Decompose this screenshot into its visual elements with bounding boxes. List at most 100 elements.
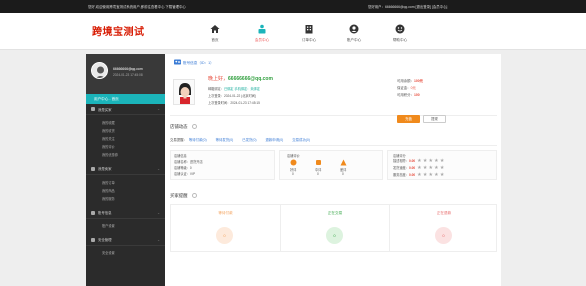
building-icon xyxy=(289,23,329,35)
deposit: 保证金：0元 xyxy=(397,86,416,90)
store-overview: 店铺信息 店铺名称：进货开店 店铺等级：0 店铺认证：VIP 店铺评价 好评 中… xyxy=(170,148,497,182)
account-title: 账号信息（ID：1） xyxy=(183,61,214,65)
top-bar-welcome[interactable]: 您好,欢迎使用跨境宝测试系统用户,即前往查看中心 下载管理中心 xyxy=(88,4,186,9)
greeting-text: 晚上好， xyxy=(208,76,229,82)
clock-icon xyxy=(191,124,197,130)
bad-review-count: 0 xyxy=(342,172,344,176)
top-bar: 您好,欢迎使用跨境宝测试系统用户,即前往查看中心 下载管理中心 您好用户：666… xyxy=(0,0,586,13)
sidebar-item[interactable]: 我的评价 xyxy=(86,143,165,151)
in-trade-label: 正在交易 xyxy=(327,211,343,215)
sidebar-section-security[interactable]: 安全管理 ⌄ xyxy=(86,235,165,246)
nav-help-center-label: 帮助中心 xyxy=(392,38,408,42)
store-level: 店铺等级：0 xyxy=(174,166,192,170)
rating-service: 服务态度：0.00 ★★★★★ xyxy=(393,172,445,178)
chevron-down-icon: ⌄ xyxy=(157,210,160,215)
sidebar-section-label: 账号信息 xyxy=(98,211,112,215)
gear-icon xyxy=(91,237,95,242)
shop-icon xyxy=(242,23,282,35)
store-reviews-title: 店铺评价 xyxy=(287,154,300,158)
nav-order-center-label: 订单中心 xyxy=(301,38,317,42)
sidebar-user-card: 66666666@qq.com 2024-01-23 17:45:08 xyxy=(86,54,165,94)
greeting: 晚上好，66666666@qq.com xyxy=(208,75,273,82)
buyer-reminder-panel: 等待付款 0 正在交易 0 正在退款 0 xyxy=(170,204,497,252)
nav-member-center[interactable]: 会员中心 xyxy=(242,23,282,43)
user-icon xyxy=(91,210,95,215)
in-trade-panel[interactable]: 正在交易 0 xyxy=(280,205,389,251)
sidebar: 66666666@qq.com 2024-01-23 17:45:08 用户中心… xyxy=(86,54,165,286)
sidebar-section-account[interactable]: 账号信息 ⌄ xyxy=(86,208,165,219)
nav-member-center-label: 会员中心 xyxy=(254,38,270,42)
sidebar-item[interactable]: 账户设置 xyxy=(86,222,165,230)
good-review-icon xyxy=(290,159,297,167)
refunding-panel[interactable]: 正在退款 0 xyxy=(389,205,498,251)
sidebar-section-buyer[interactable]: 我是买家 ⌄ xyxy=(86,104,165,115)
tab-trade-success[interactable]: 交易成功(0) xyxy=(292,138,310,142)
profile-photo[interactable] xyxy=(173,79,195,105)
rating-shipping: 发货速度：0.00 ★★★★★ xyxy=(393,165,445,171)
chevron-down-icon: ⌄ xyxy=(157,107,160,111)
chevron-down-icon: ⌄ xyxy=(157,237,160,242)
sidebar-item[interactable]: 我的订单 xyxy=(86,178,165,186)
section-title-activity: 店铺动态 xyxy=(170,124,197,130)
refunding-label: 正在退款 xyxy=(436,211,452,215)
points: 可用积分：100 xyxy=(397,93,420,97)
header: 跨境宝测试 首页 会员中心 订单中心 账户中心 帮助中心 xyxy=(0,13,586,50)
sidebar-last-login: 2024-01-23 17:45:08 xyxy=(113,73,143,77)
sidebar-username: 66666666@qq.com xyxy=(113,67,143,71)
site-logo[interactable]: 跨境宝测试 xyxy=(92,23,145,38)
nav-account-center-label: 账户中心 xyxy=(346,38,362,42)
tab-refund-request[interactable]: 退款申请(0) xyxy=(266,138,284,142)
neutral-review-icon xyxy=(315,159,322,167)
sidebar-section-label: 我是卖家 xyxy=(98,167,112,172)
in-trade-count[interactable]: 0 xyxy=(326,227,343,244)
store-name: 店铺名称：进货开店 xyxy=(174,160,203,164)
good-review-count: 0 xyxy=(292,172,294,176)
trade-reminder-tabs: 交易提醒： 等待付款(0) 等待发货(0) 已发货(0) 退款申请(0) 交易成… xyxy=(170,137,497,146)
list-icon xyxy=(91,166,95,171)
face-icon xyxy=(380,23,420,35)
sidebar-section-seller[interactable]: 我是卖家 ⌄ xyxy=(86,164,165,175)
sidebar-item[interactable]: 我的收藏 xyxy=(86,118,165,126)
balance: 可用余额：100元 xyxy=(397,79,424,83)
nav-home[interactable]: 首页 xyxy=(195,23,235,43)
refunding-count[interactable]: 0 xyxy=(435,227,452,244)
binding-status: 邮箱绑定：已绑定 手机绑定：未绑定 xyxy=(208,87,260,91)
top-bar-user-info[interactable]: 您好用户：66666666@qq.com [退出登录] [会员中心] xyxy=(368,4,447,9)
sidebar-section-label: 我是买家 xyxy=(98,107,112,112)
account-icon xyxy=(174,59,181,65)
sidebar-home[interactable]: 用户中心 - 首页 xyxy=(86,94,165,104)
user-circle-icon xyxy=(334,23,374,35)
tabs-label: 交易提醒： xyxy=(170,138,187,142)
sidebar-item[interactable]: 我的商品 xyxy=(86,186,165,194)
tab-awaiting-shipment[interactable]: 等待发货(0) xyxy=(216,138,234,142)
lock-icon xyxy=(91,107,95,111)
chevron-down-icon: ⌄ xyxy=(157,166,160,171)
store-cert: 店铺认证：VIP xyxy=(174,172,196,176)
awaiting-payment-label: 等待付款 xyxy=(218,211,233,215)
rating-description: 描述相符：0.00 ★★★★★ xyxy=(393,158,445,164)
nav-account-center[interactable]: 账户中心 xyxy=(334,23,374,43)
profile-card: 账号信息（ID：1） 晚上好，66666666@qq.com 邮箱绑定：已绑定 … xyxy=(170,56,497,116)
awaiting-payment-panel[interactable]: 等待付款 0 xyxy=(171,205,280,251)
tab-awaiting-payment[interactable]: 等待付款(0) xyxy=(189,138,207,142)
withdraw-button[interactable]: 提现 xyxy=(423,115,446,123)
recharge-button[interactable]: 充值 xyxy=(397,115,420,123)
home-icon xyxy=(195,23,235,35)
sidebar-item[interactable]: 安全设置 xyxy=(86,249,165,257)
sidebar-item[interactable]: 我的优惠券 xyxy=(86,151,165,159)
section-title-buyer: 买家提醒 xyxy=(170,193,197,199)
nav-order-center[interactable]: 订单中心 xyxy=(289,23,329,43)
sidebar-item[interactable]: 我的关注 xyxy=(86,134,165,142)
sidebar-item[interactable]: 我的服务 xyxy=(86,194,165,202)
awaiting-payment-count[interactable]: 0 xyxy=(216,227,233,244)
sidebar-item[interactable]: 我的收货 xyxy=(86,126,165,134)
greeting-email: 66666666@qq.com xyxy=(228,76,273,82)
nav-help-center[interactable]: 帮助中心 xyxy=(380,23,420,43)
clock-icon xyxy=(191,193,197,199)
store-info-title: 店铺信息 xyxy=(174,154,187,158)
last-login-place: 上次登录：2024-01-22 (北京时间) xyxy=(208,94,257,98)
nav-home-label: 首页 xyxy=(211,38,219,42)
avatar[interactable] xyxy=(91,62,108,79)
tab-shipped[interactable]: 已发货(0) xyxy=(242,138,256,142)
last-login-time: 上次登录时间：2024-01-23 17:45:15 xyxy=(208,101,260,105)
